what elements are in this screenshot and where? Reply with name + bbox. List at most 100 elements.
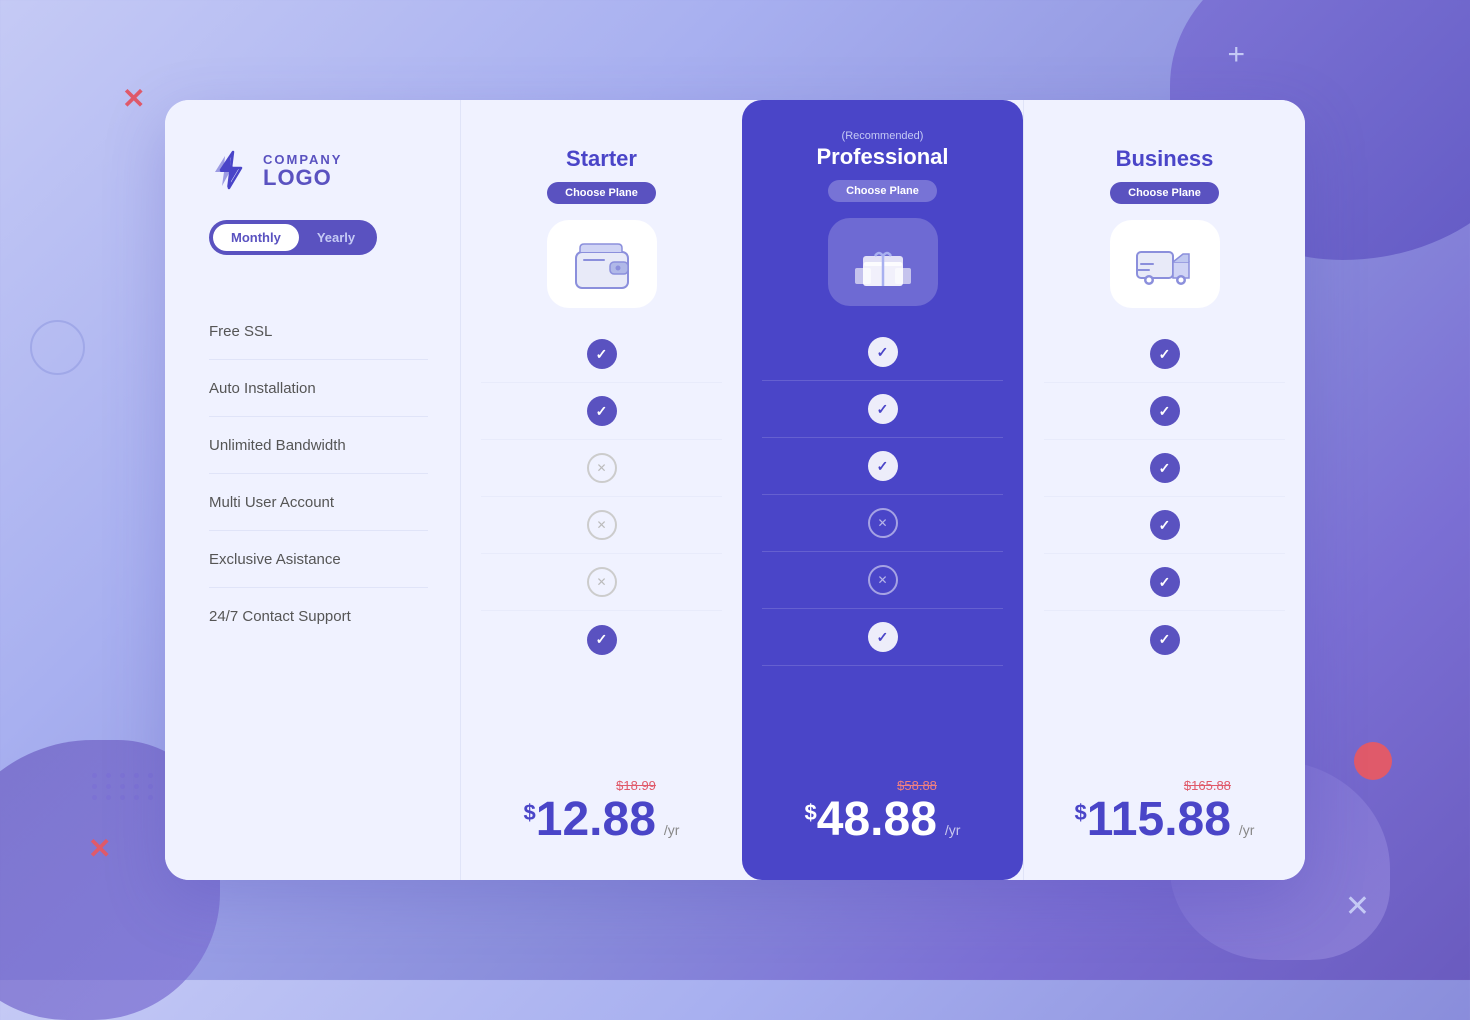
deco-x-top-left: ✕ bbox=[122, 82, 145, 115]
professional-price-value: 48.88 bbox=[817, 796, 937, 844]
professional-check-row-0 bbox=[762, 324, 1003, 381]
business-check-icon-1 bbox=[1150, 396, 1180, 426]
business-icon-wrap bbox=[1110, 220, 1220, 308]
business-price-wrapper: $165.88 $ 115.88 bbox=[1075, 778, 1231, 844]
business-check-icon-5 bbox=[1150, 625, 1180, 655]
business-recommended bbox=[1163, 132, 1166, 144]
professional-plan-col: (Recommended) Professional Choose Plane bbox=[742, 100, 1023, 880]
feature-label-3: Multi User Account bbox=[209, 494, 334, 511]
professional-original-price: $58.88 bbox=[897, 778, 937, 793]
business-choose-btn[interactable]: Choose Plane bbox=[1110, 182, 1219, 204]
business-check-icon-4 bbox=[1150, 567, 1180, 597]
starter-price-main: $ 12.88 bbox=[524, 796, 656, 844]
features-list: Free SSL Auto Installation Unlimited Bandw… bbox=[209, 303, 428, 752]
starter-price-wrapper: $18.99 $ 12.88 bbox=[524, 778, 656, 844]
professional-check-row-4 bbox=[762, 552, 1003, 609]
business-check-row-4 bbox=[1044, 554, 1285, 611]
starter-check-row-1 bbox=[481, 383, 722, 440]
business-plan-name: Business bbox=[1116, 146, 1214, 172]
starter-plan-col: Starter Choose Plane $18.99 $ 12.88 /yr bbox=[460, 100, 742, 880]
pricing-card: COMPANY LOGO Monthly Yearly Free SSL Auto… bbox=[165, 100, 1305, 880]
starter-check-row-3 bbox=[481, 497, 722, 554]
starter-check-icon-0 bbox=[587, 339, 617, 369]
business-check-rows bbox=[1044, 326, 1285, 752]
starter-recommended bbox=[600, 132, 603, 144]
billing-toggle: Monthly Yearly bbox=[209, 220, 377, 255]
starter-check-icon-2 bbox=[587, 453, 617, 483]
starter-icon-wrap bbox=[547, 220, 657, 308]
business-check-row-5 bbox=[1044, 611, 1285, 668]
professional-choose-btn[interactable]: Choose Plane bbox=[828, 180, 937, 202]
monthly-toggle-btn[interactable]: Monthly bbox=[213, 224, 299, 251]
business-check-row-1 bbox=[1044, 383, 1285, 440]
business-check-icon-3 bbox=[1150, 510, 1180, 540]
feature-row-1: Auto Installation bbox=[209, 360, 428, 417]
business-price-section: $165.88 $ 115.88 /yr bbox=[1075, 768, 1255, 844]
logo-icon bbox=[209, 148, 253, 192]
business-plan-col: Business Choose Plane $165.88 $ bbox=[1023, 100, 1305, 880]
left-panel: COMPANY LOGO Monthly Yearly Free SSL Auto… bbox=[165, 100, 460, 880]
professional-check-row-3 bbox=[762, 495, 1003, 552]
starter-price-section: $18.99 $ 12.88 /yr bbox=[524, 768, 680, 844]
professional-check-row-2 bbox=[762, 438, 1003, 495]
feature-row-0: Free SSL bbox=[209, 303, 428, 360]
business-price-main: $ 115.88 bbox=[1075, 796, 1231, 844]
business-check-icon-0 bbox=[1150, 339, 1180, 369]
feature-row-5: 24/7 Contact Support bbox=[209, 588, 428, 645]
professional-check-icon-0 bbox=[868, 337, 898, 367]
deco-plus-bottom-right: ✕ bbox=[1345, 892, 1370, 922]
professional-price-per: /yr bbox=[945, 822, 961, 838]
professional-price-main: $ 48.88 bbox=[805, 796, 937, 844]
business-price-dollar: $ bbox=[1075, 802, 1087, 824]
business-price-value: 115.88 bbox=[1087, 796, 1231, 844]
professional-price-section: $58.88 $ 48.88 /yr bbox=[805, 768, 961, 844]
starter-check-row-0 bbox=[481, 326, 722, 383]
deco-circle-outline bbox=[30, 320, 85, 375]
starter-check-row-5 bbox=[481, 611, 722, 668]
business-check-row-2 bbox=[1044, 440, 1285, 497]
logo-area: COMPANY LOGO bbox=[209, 148, 342, 192]
business-price-per: /yr bbox=[1239, 822, 1255, 838]
professional-check-icon-5 bbox=[868, 622, 898, 652]
professional-check-icon-3 bbox=[868, 508, 898, 538]
truck-icon bbox=[1131, 230, 1199, 298]
wallet-icon bbox=[568, 230, 636, 298]
feature-label-2: Unlimited Bandwidth bbox=[209, 437, 346, 454]
starter-choose-btn[interactable]: Choose Plane bbox=[547, 182, 656, 204]
professional-recommended: (Recommended) bbox=[842, 130, 924, 142]
starter-price-value: 12.88 bbox=[536, 796, 656, 844]
business-check-icon-2 bbox=[1150, 453, 1180, 483]
feature-row-4: Exclusive Asistance bbox=[209, 531, 428, 588]
logo-name-label: LOGO bbox=[263, 167, 342, 189]
starter-check-row-2 bbox=[481, 440, 722, 497]
feature-label-1: Auto Installation bbox=[209, 380, 316, 397]
professional-check-icon-1 bbox=[868, 394, 898, 424]
professional-icon-wrap bbox=[828, 218, 938, 306]
yearly-toggle-btn[interactable]: Yearly bbox=[299, 224, 373, 251]
professional-check-row-5 bbox=[762, 609, 1003, 666]
starter-check-icon-4 bbox=[587, 567, 617, 597]
logo-text: COMPANY LOGO bbox=[263, 152, 342, 189]
feature-row-2: Unlimited Bandwidth bbox=[209, 417, 428, 474]
starter-plan-name: Starter bbox=[566, 146, 637, 172]
professional-price-dollar: $ bbox=[805, 802, 817, 824]
professional-plan-name: Professional bbox=[816, 144, 948, 170]
business-check-row-3 bbox=[1044, 497, 1285, 554]
professional-check-icon-4 bbox=[868, 565, 898, 595]
starter-price-per: /yr bbox=[664, 822, 680, 838]
professional-check-rows bbox=[762, 324, 1003, 752]
starter-check-rows bbox=[481, 326, 722, 752]
starter-price-dollar: $ bbox=[524, 802, 536, 824]
starter-check-icon-3 bbox=[587, 510, 617, 540]
starter-check-icon-5 bbox=[587, 625, 617, 655]
professional-price-wrapper: $58.88 $ 48.88 bbox=[805, 778, 937, 844]
professional-check-row-1 bbox=[762, 381, 1003, 438]
feature-label-4: Exclusive Asistance bbox=[209, 551, 341, 568]
deco-circle-pink bbox=[1354, 742, 1392, 780]
business-original-price: $165.88 bbox=[1184, 778, 1231, 793]
gift-icon bbox=[849, 228, 917, 296]
deco-x-bottom-left: ✕ bbox=[88, 832, 111, 865]
starter-original-price: $18.99 bbox=[616, 778, 656, 793]
feature-label-0: Free SSL bbox=[209, 323, 272, 340]
professional-check-icon-2 bbox=[868, 451, 898, 481]
